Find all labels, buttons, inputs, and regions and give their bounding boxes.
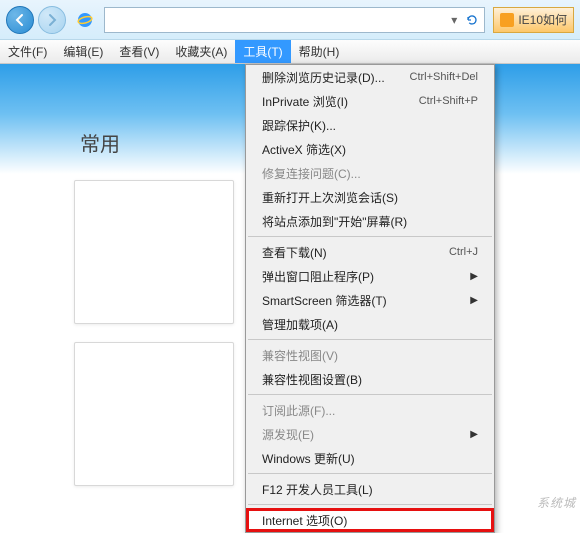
menu-item: 订阅此源(F)... [246,398,494,422]
menubar: 文件(F) 编辑(E) 查看(V) 收藏夹(A) 工具(T) 帮助(H) [0,40,580,64]
menu-item-label: 将站点添加到"开始"屏幕(R) [262,213,478,230]
menu-item-label: 跟踪保护(K)... [262,117,478,134]
menu-item-shortcut: Ctrl+J [449,246,478,258]
dropdown-arrow-icon[interactable]: ▾ [446,12,462,28]
address-bar[interactable]: ▾ [104,7,485,33]
menu-item: 修复连接问题(C)... [246,161,494,185]
tab-favicon-icon [500,13,514,27]
menu-item[interactable]: SmartScreen 筛选器(T) ▶ [246,288,494,312]
card [74,180,234,324]
menu-item-label: InPrivate 浏览(I) [262,93,399,110]
menu-item-label: ActiveX 筛选(X) [262,141,478,158]
menu-item[interactable]: 兼容性视图设置(B) [246,367,494,391]
menu-item-label: F12 开发人员工具(L) [262,481,478,498]
menu-item[interactable]: 跟踪保护(K)... [246,113,494,137]
menu-item-label: 源发现(E) [262,426,450,443]
menu-item-label: Windows 更新(U) [262,450,478,467]
menu-item[interactable]: Windows 更新(U) [246,446,494,470]
menu-item[interactable]: ActiveX 筛选(X) [246,137,494,161]
menu-item-shortcut: Ctrl+Shift+P [419,95,478,107]
menu-view[interactable]: 查看(V) [111,40,167,63]
menu-item-label: 弹出窗口阻止程序(P) [262,268,450,285]
menu-item[interactable]: 删除浏览历史记录(D)... Ctrl+Shift+Del [246,65,494,89]
back-button[interactable] [6,6,34,34]
titlebar: ▾ IE10如何 [0,0,580,40]
menu-item[interactable]: 弹出窗口阻止程序(P) ▶ [246,264,494,288]
menu-separator [248,236,492,237]
submenu-arrow-icon: ▶ [470,295,478,306]
forward-button[interactable] [38,6,66,34]
menu-item-label: 查看下载(N) [262,244,429,261]
menu-separator [248,473,492,474]
content-area: 常用 删除浏览历史记录(D)... Ctrl+Shift+Del InPrivate… [0,64,580,512]
menu-item-shortcut: Ctrl+Shift+Del [410,71,478,83]
menu-item[interactable]: 查看下载(N) Ctrl+J [246,240,494,264]
menu-item-label: 删除浏览历史记录(D)... [262,69,390,86]
ie-logo-icon [76,11,94,29]
submenu-arrow-icon: ▶ [470,429,478,440]
menu-item-label: 重新打开上次浏览会话(S) [262,189,478,206]
menu-item[interactable]: 重新打开上次浏览会话(S) [246,185,494,209]
menu-item-label: 订阅此源(F)... [262,402,478,419]
tab-label: IE10如何 [518,11,567,28]
menu-item-label: Internet 选项(O) [262,512,478,529]
menu-item-label: 兼容性视图设置(B) [262,371,478,388]
menu-item[interactable]: InPrivate 浏览(I) Ctrl+Shift+P [246,89,494,113]
menu-item-label: SmartScreen 筛选器(T) [262,292,450,309]
menu-item: 源发现(E) ▶ [246,422,494,446]
menu-separator [248,504,492,505]
menu-item-label: 管理加载项(A) [262,316,478,333]
menu-item-label: 兼容性视图(V) [262,347,478,364]
card [74,342,234,486]
menu-favorites[interactable]: 收藏夹(A) [167,40,235,63]
menu-tools[interactable]: 工具(T) [235,40,290,63]
menu-item: 兼容性视图(V) [246,343,494,367]
menu-edit[interactable]: 编辑(E) [55,40,111,63]
page-heading: 常用 [80,128,120,157]
menu-item[interactable]: 管理加载项(A) [246,312,494,336]
menu-separator [248,394,492,395]
menu-separator [248,339,492,340]
menu-item-label: 修复连接问题(C)... [262,165,478,182]
menu-file[interactable]: 文件(F) [0,40,55,63]
menu-item[interactable]: F12 开发人员工具(L) [246,477,494,501]
tools-dropdown: 删除浏览历史记录(D)... Ctrl+Shift+Del InPrivate 浏览… [245,64,495,533]
menu-item[interactable]: 将站点添加到"开始"屏幕(R) [246,209,494,233]
menu-help[interactable]: 帮助(H) [291,40,348,63]
browser-tab[interactable]: IE10如何 [493,7,574,33]
refresh-icon[interactable] [464,12,480,28]
submenu-arrow-icon: ▶ [470,271,478,282]
